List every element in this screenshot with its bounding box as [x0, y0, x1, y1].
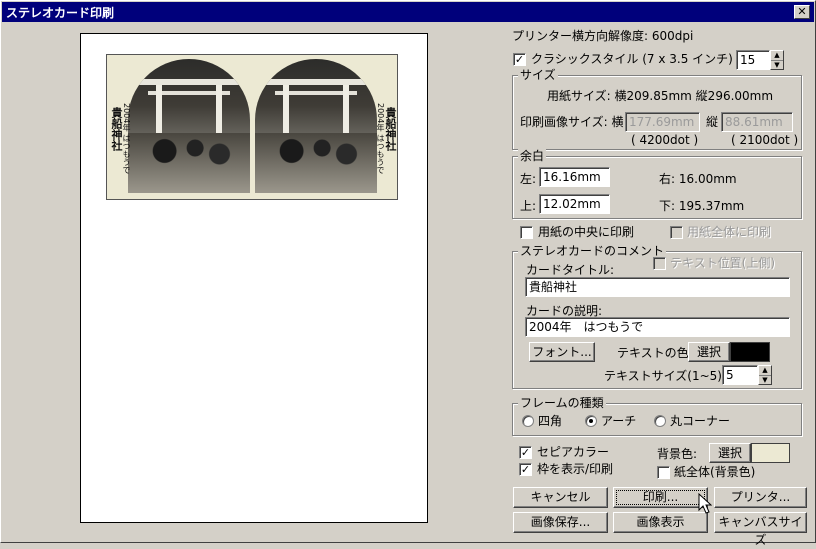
print-button[interactable]: 印刷... — [613, 487, 708, 508]
text-position-label: テキスト位置(上側) — [670, 256, 776, 270]
left-stereo-image — [128, 59, 250, 193]
stereo-card-preview: 貴船神社 2004年 はつもうで 貴船神社 2004年 はつもうで — [106, 54, 398, 200]
text-color-label: テキストの色: — [617, 346, 693, 360]
image-height-label: 縦 — [706, 115, 719, 129]
margin-top-label: 上: — [520, 199, 537, 213]
text-size-spinner[interactable]: ▲ ▼ — [758, 365, 772, 385]
printer-resolution-text: プリンター横方向解像度: 600dpi — [512, 29, 694, 43]
center-print-label: 用紙の中央に印刷 — [538, 225, 635, 239]
margin-left-input[interactable]: 16.16mm — [539, 167, 610, 187]
size-group-label: サイズ — [518, 68, 558, 82]
text-position-checkbox[interactable] — [653, 257, 666, 270]
print-dialog: ステレオカード印刷 ✕ 貴船神社 2004年 はつもうで 貴船神社 2004年 … — [0, 0, 816, 547]
text-color-swatch — [730, 342, 770, 362]
font-button[interactable]: フォント... — [529, 342, 595, 362]
card-title-label: カードタイトル: — [526, 263, 615, 277]
text-size-label: テキストサイズ(1~5): — [604, 369, 727, 383]
whole-paper-background-checkbox[interactable] — [657, 466, 670, 479]
card-description-label: カードの説明: — [526, 304, 603, 318]
image-width-dots: ( 4200dot ) — [631, 133, 699, 147]
frame-group-label: フレームの種類 — [518, 396, 606, 410]
printer-button[interactable]: プリンタ... — [714, 487, 807, 508]
card-title-right: 貴船神社 — [384, 107, 397, 151]
save-image-button[interactable]: 画像保存... — [513, 512, 608, 533]
image-height-field[interactable]: 88.61mm — [721, 112, 793, 132]
print-image-size-label: 印刷画像サイズ: 横 — [520, 115, 624, 129]
margin-bottom-text: 下: 195.37mm — [659, 199, 745, 213]
mouse-cursor-icon — [698, 493, 712, 514]
image-height-dots: ( 2100dot ) — [731, 133, 799, 147]
show-frame-checkbox[interactable]: ✓ — [519, 463, 532, 476]
background-color-label: 背景色: — [657, 447, 698, 461]
frame-arch-label: アーチ — [601, 414, 637, 428]
center-print-checkbox[interactable] — [520, 226, 533, 239]
show-image-button[interactable]: 画像表示 — [613, 512, 708, 533]
card-title-input[interactable]: 貴船神社 — [525, 277, 790, 297]
margin-left-label: 左: — [520, 172, 537, 186]
sepia-checkbox[interactable]: ✓ — [519, 446, 532, 459]
close-button[interactable]: ✕ — [794, 5, 810, 19]
margin-right-text: 右: 16.00mm — [659, 172, 737, 186]
text-size-input[interactable]: 5 — [722, 365, 758, 385]
whole-paper-background-label: 紙全体(背景色) — [674, 465, 756, 479]
image-width-field[interactable]: 177.69mm — [625, 112, 700, 132]
full-paper-print-label: 用紙全体に印刷 — [687, 225, 772, 239]
card-description-right: 2004年 はつもうで — [376, 103, 385, 174]
full-paper-print-checkbox[interactable] — [670, 226, 683, 239]
right-stereo-image — [255, 59, 377, 193]
text-color-select-button[interactable]: 選択 — [688, 342, 730, 362]
cancel-button[interactable]: キャンセル — [513, 487, 608, 508]
frame-arch-radio[interactable] — [585, 415, 597, 427]
frame-square-radio[interactable] — [522, 415, 534, 427]
frame-rounded-radio[interactable] — [654, 415, 666, 427]
frame-rounded-label: 丸コーナー — [670, 414, 731, 428]
classic-style-spinner[interactable]: ▲ ▼ — [770, 50, 784, 70]
frame-square-label: 四角 — [538, 414, 563, 428]
classic-style-label: クラシックスタイル (7 x 3.5 インチ) — [531, 52, 733, 66]
paper-size-text: 用紙サイズ: 横209.85mm 縦296.00mm — [547, 89, 774, 103]
margin-group-label: 余白 — [518, 149, 547, 163]
background-color-select-button[interactable]: 選択 — [709, 443, 751, 463]
comment-group-label: ステレオカードのコメント — [518, 244, 667, 258]
canvas-size-button[interactable]: キャンバスサイズ — [714, 512, 807, 547]
classic-style-value-input[interactable]: 15 — [736, 50, 770, 70]
card-description-left: 2004年 はつもうで — [122, 103, 131, 174]
print-preview-page: 貴船神社 2004年 はつもうで 貴船神社 2004年 はつもうで — [80, 33, 428, 523]
sepia-label: セピアカラー — [537, 445, 610, 459]
classic-style-checkbox[interactable]: ✓ — [513, 53, 526, 66]
card-description-input[interactable]: 2004年 はつもうで — [525, 317, 790, 337]
title-bar: ステレオカード印刷 ✕ — [2, 2, 814, 22]
margin-top-input[interactable]: 12.02mm — [539, 194, 610, 214]
background-color-swatch — [751, 443, 790, 463]
show-frame-label: 枠を表示/印刷 — [537, 462, 614, 476]
window-title: ステレオカード印刷 — [6, 6, 115, 20]
